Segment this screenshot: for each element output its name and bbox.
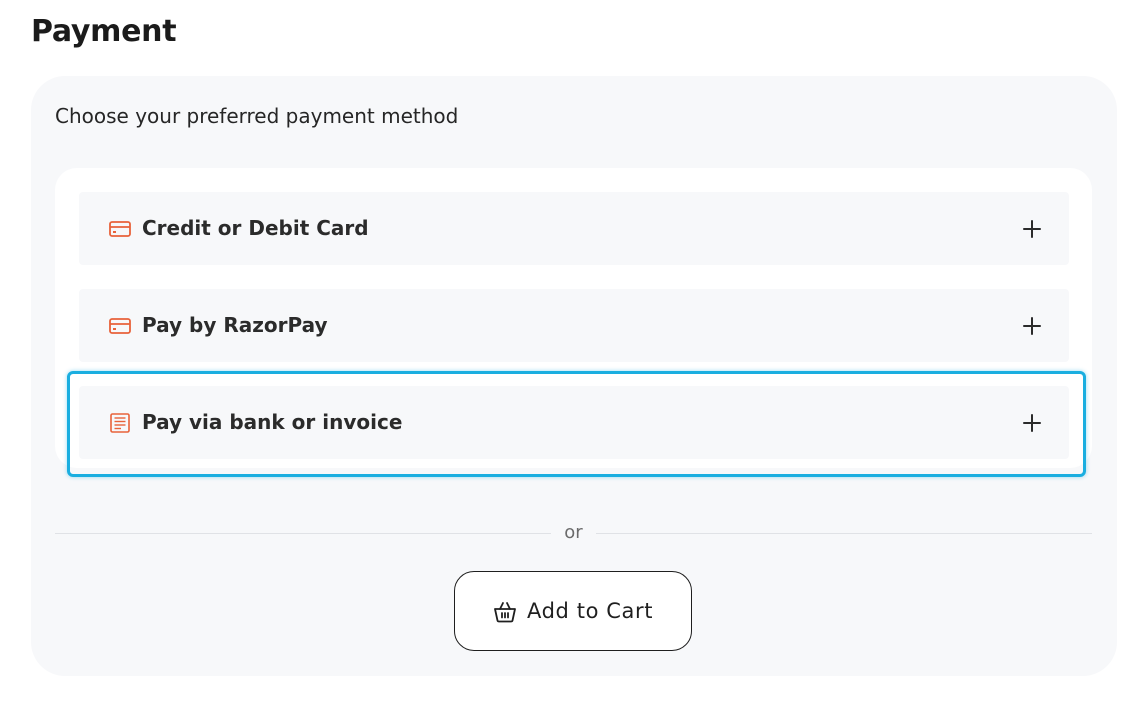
payment-panel: Choose your preferred payment method Cre… <box>31 76 1117 676</box>
method-credit-debit-card[interactable]: Credit or Debit Card <box>79 192 1069 265</box>
or-divider: or <box>55 522 1092 543</box>
payment-methods-list: Credit or Debit Card Pay by RazorPay Pay… <box>55 168 1092 468</box>
expand-plus-icon[interactable] <box>1023 316 1041 335</box>
invoice-icon <box>110 412 130 433</box>
method-razorpay[interactable]: Pay by RazorPay <box>79 289 1069 362</box>
payment-subtitle: Choose your preferred payment method <box>55 104 459 128</box>
divider-line <box>596 533 1092 534</box>
credit-card-icon <box>109 317 131 334</box>
divider-line <box>55 533 551 534</box>
method-bank-invoice[interactable]: Pay via bank or invoice <box>79 386 1069 459</box>
add-to-cart-button[interactable]: Add to Cart <box>454 571 692 651</box>
method-label: Pay by RazorPay <box>142 313 328 337</box>
expand-plus-icon[interactable] <box>1023 219 1041 238</box>
credit-card-icon <box>109 220 131 237</box>
method-label: Credit or Debit Card <box>142 216 369 240</box>
page-title: Payment <box>31 14 177 49</box>
expand-plus-icon[interactable] <box>1023 413 1041 432</box>
add-to-cart-label: Add to Cart <box>527 599 654 623</box>
or-label: or <box>564 522 583 543</box>
basket-icon <box>494 602 516 623</box>
method-label: Pay via bank or invoice <box>142 410 403 434</box>
